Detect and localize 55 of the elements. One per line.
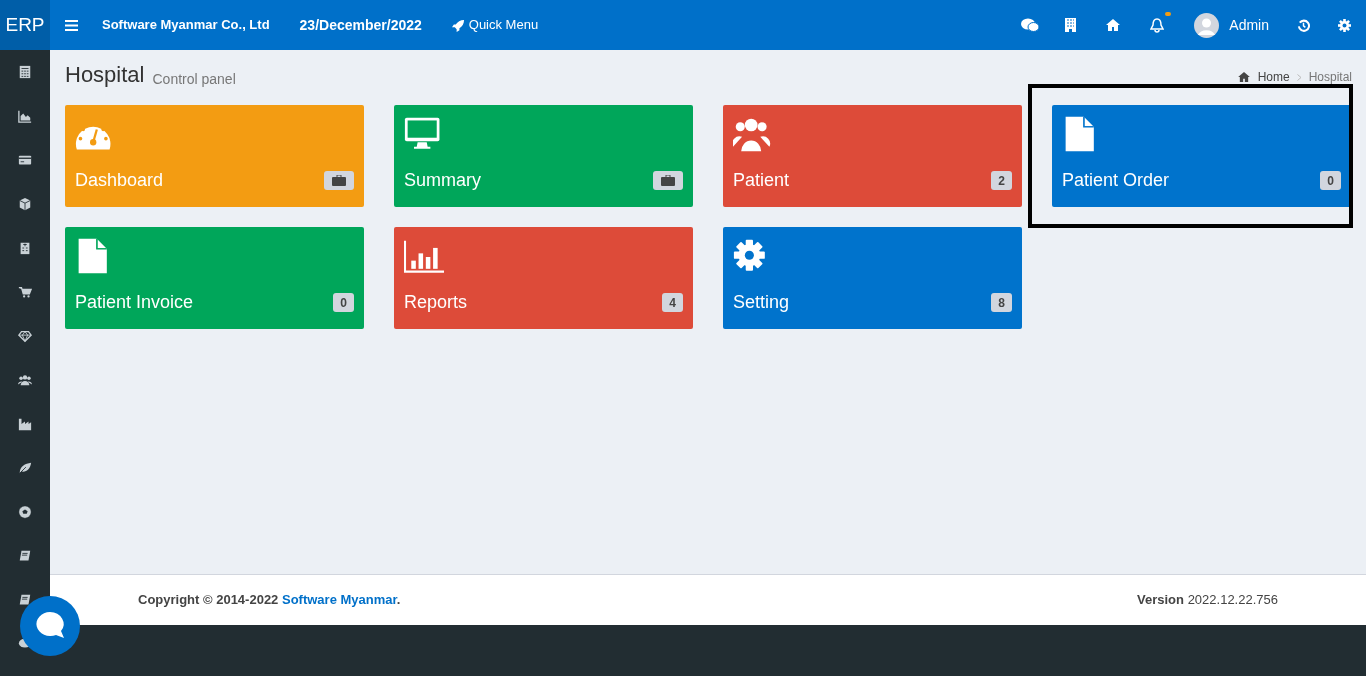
settings-icon[interactable] [1338,18,1351,32]
calculator-icon[interactable] [18,65,32,79]
user-avatar[interactable] [1194,12,1220,38]
tile-label: Setting [733,291,790,314]
company-link[interactable]: Software Myanmar [281,592,397,608]
module-tile[interactable]: Setting 8 [723,227,1022,329]
cart-icon[interactable] [18,285,32,299]
count-badge: 8 [991,293,1012,312]
count-badge: 2 [991,171,1012,190]
version-text: Version 2022.12.22.756 [1137,591,1278,610]
chat-icon[interactable] [1021,18,1040,32]
area-chart-icon[interactable] [18,109,32,123]
briefcase-icon [332,175,346,186]
credit-card-icon[interactable] [18,153,32,167]
tile-label: Patient [733,169,790,192]
diamond-icon[interactable] [18,329,32,343]
chevron-icon [1296,73,1302,81]
tile-label: Patient Order [1062,169,1170,192]
tile-label: Dashboard [75,169,164,192]
count-badge: 0 [1320,171,1341,190]
page-subtitle: Control panel [152,72,236,86]
factory-icon[interactable] [18,417,32,431]
app-logo[interactable]: ERP [0,0,50,50]
book-icon[interactable] [18,549,32,563]
count-badge: 4 [662,293,683,312]
copyright-text: Copyright © 2014-2022 Software Myanmar. [138,591,401,610]
menu-icon[interactable] [65,19,78,31]
home-icon[interactable] [1106,19,1121,31]
breadcrumb-link[interactable]: Home [1257,68,1290,86]
leaf-icon[interactable] [18,461,32,475]
users-icon[interactable] [18,373,32,387]
breadcrumb-current: Hospital [1308,69,1352,86]
module-tile[interactable]: Patient Invoice 0 [65,227,364,329]
tile-label: Reports [404,291,468,314]
rocket-icon [451,18,465,32]
tile-label: Summary [404,169,481,192]
module-tile[interactable]: Patient 2 [723,105,1022,207]
module-tile[interactable]: Patient Order 0 [1052,105,1351,207]
soccer-ball-icon[interactable] [18,505,32,519]
company-name: Software Myanmar Co., Ltd [102,16,270,35]
module-tile[interactable]: Reports 4 [394,227,693,329]
cube-icon[interactable] [18,197,32,211]
chat-widget-button[interactable] [20,596,80,656]
book-icon[interactable] [18,593,32,607]
current-date: 23/December/2022 [299,15,422,35]
quick-menu-link[interactable]: Quick Menu [451,15,539,35]
bell-icon[interactable] [1150,17,1165,33]
tile-label: Patient Invoice [75,291,194,314]
briefcase-icon [661,175,675,186]
user-name[interactable]: Admin [1229,14,1269,36]
history-icon[interactable] [1297,18,1310,32]
page-title: Hospital [65,64,145,86]
building-icon[interactable] [1065,18,1077,32]
count-badge: 0 [333,293,354,312]
home-icon [1237,72,1250,82]
